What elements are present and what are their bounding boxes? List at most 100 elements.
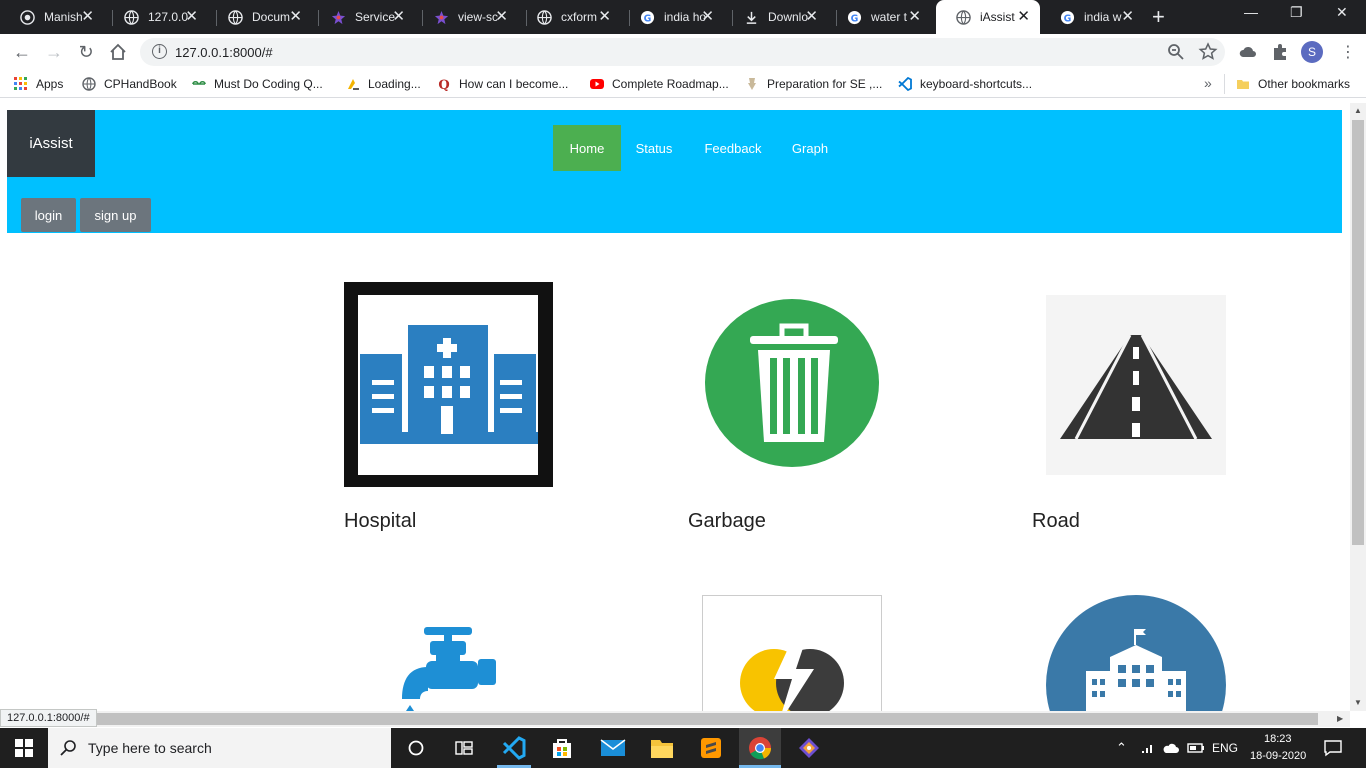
search-icon bbox=[60, 740, 76, 756]
zoom-icon[interactable] bbox=[1166, 42, 1186, 62]
browser-tab[interactable]: 127.0.0 ✕ bbox=[104, 0, 208, 34]
window-close-icon[interactable]: ✕ bbox=[1336, 4, 1348, 21]
tab-title: iAssist bbox=[980, 10, 1015, 24]
browser-tab[interactable]: view-sc ✕ bbox=[414, 0, 518, 34]
browser-tab[interactable]: G india w ✕ bbox=[1040, 0, 1144, 34]
nav-feedback[interactable]: Feedback bbox=[691, 125, 775, 171]
municipal-building-icon[interactable] bbox=[1046, 595, 1226, 711]
close-icon[interactable]: ✕ bbox=[392, 9, 405, 24]
nav-status[interactable]: Status bbox=[623, 125, 685, 171]
quora-icon: Q bbox=[438, 78, 449, 91]
category-label-hospital[interactable]: Hospital bbox=[344, 510, 416, 533]
close-icon[interactable]: ✕ bbox=[495, 9, 508, 24]
close-icon[interactable]: ✕ bbox=[81, 9, 94, 24]
close-icon[interactable]: ✕ bbox=[701, 9, 714, 24]
bookmark-item[interactable]: Complete Roadmap... bbox=[590, 76, 729, 92]
file-explorer-icon[interactable] bbox=[650, 737, 674, 759]
bookmark-item[interactable]: keyboard-shortcuts... bbox=[898, 76, 1032, 92]
minimize-icon[interactable]: — bbox=[1244, 4, 1258, 20]
mail-icon[interactable] bbox=[600, 738, 626, 758]
git-kraken-icon[interactable] bbox=[797, 736, 821, 760]
browser-tab[interactable]: Service ✕ bbox=[311, 0, 415, 34]
battery-icon[interactable] bbox=[1187, 742, 1205, 754]
language-indicator[interactable]: ENG bbox=[1212, 741, 1238, 755]
browser-tab[interactable]: Docum ✕ bbox=[208, 0, 312, 34]
browser-tab[interactable]: cxform ✕ bbox=[517, 0, 621, 34]
back-icon[interactable]: ← bbox=[12, 42, 32, 62]
tab-title: Service bbox=[355, 10, 396, 24]
browser-tab-active[interactable]: iAssist ✕ bbox=[936, 0, 1040, 34]
forward-icon[interactable]: → bbox=[44, 42, 64, 62]
extension-cloud-icon[interactable] bbox=[1238, 42, 1258, 62]
taskbar-search-placeholder[interactable]: Type here to search bbox=[88, 740, 212, 756]
extensions-puzzle-icon[interactable] bbox=[1270, 42, 1290, 62]
restore-icon[interactable]: ❐ bbox=[1290, 4, 1303, 21]
bookmark-star-icon[interactable] bbox=[1198, 42, 1218, 62]
site-brand[interactable]: iAssist bbox=[7, 110, 95, 177]
url-text[interactable]: 127.0.0.1:8000/# bbox=[175, 45, 273, 60]
water-tap-icon[interactable] bbox=[396, 623, 500, 711]
bookmarks-overflow-button[interactable]: » bbox=[1204, 75, 1212, 91]
other-bookmarks-button[interactable]: Other bookmarks bbox=[1236, 76, 1350, 92]
more-menu-icon[interactable]: ⋮ bbox=[1340, 42, 1356, 62]
sublime-text-icon[interactable] bbox=[699, 736, 723, 760]
github-icon bbox=[20, 10, 35, 25]
browser-tab[interactable]: G water t ✕ bbox=[827, 0, 931, 34]
vertical-scroll-thumb[interactable] bbox=[1352, 120, 1364, 545]
bookmark-item[interactable]: Q How can I become... bbox=[437, 76, 568, 92]
home-icon[interactable] bbox=[108, 42, 128, 62]
download-icon bbox=[746, 11, 757, 24]
tray-expand-icon[interactable]: ⌃ bbox=[1116, 740, 1127, 756]
bookmark-item[interactable]: CPHandBook bbox=[82, 76, 177, 92]
browser-tab[interactable]: G india ho ✕ bbox=[620, 0, 724, 34]
road-icon[interactable] bbox=[1046, 295, 1226, 475]
info-icon[interactable]: i bbox=[152, 44, 167, 59]
tab-title: cxform bbox=[561, 10, 597, 24]
horizontal-scroll-thumb[interactable] bbox=[96, 713, 1318, 725]
address-bar[interactable] bbox=[140, 38, 1225, 66]
page-viewport: iAssist Home Status Feedback Graph login… bbox=[0, 103, 1350, 711]
clock-time[interactable]: 18:23 bbox=[1264, 733, 1292, 745]
bookmark-item[interactable]: Must Do Coding Q... bbox=[192, 76, 323, 92]
category-label-garbage[interactable]: Garbage bbox=[688, 510, 766, 533]
task-view-icon[interactable] bbox=[455, 740, 473, 756]
close-icon[interactable]: ✕ bbox=[1121, 9, 1134, 24]
folder-icon bbox=[1237, 80, 1249, 89]
category-label-road[interactable]: Road bbox=[1032, 510, 1080, 533]
vscode-taskbar-icon[interactable] bbox=[502, 736, 526, 760]
chrome-icon[interactable] bbox=[748, 736, 772, 760]
scroll-up-icon[interactable]: ▲ bbox=[1354, 106, 1362, 115]
browser-tab[interactable]: Downlo ✕ bbox=[724, 0, 828, 34]
bookmark-label: How can I become... bbox=[459, 77, 569, 91]
store-icon[interactable] bbox=[550, 736, 574, 760]
notification-icon[interactable] bbox=[1324, 739, 1342, 757]
tab-title: Docum bbox=[252, 10, 291, 24]
scroll-right-icon[interactable]: ▶ bbox=[1337, 714, 1343, 723]
reload-icon[interactable]: ↻ bbox=[76, 42, 96, 62]
close-icon[interactable]: ✕ bbox=[1017, 9, 1030, 24]
cortana-icon[interactable] bbox=[408, 740, 424, 756]
login-button[interactable]: login bbox=[21, 198, 76, 232]
profile-avatar[interactable]: S bbox=[1301, 41, 1323, 63]
scroll-down-icon[interactable]: ▼ bbox=[1354, 698, 1362, 707]
hospital-icon[interactable] bbox=[344, 282, 553, 487]
close-icon[interactable]: ✕ bbox=[598, 9, 611, 24]
onedrive-cloud-icon[interactable] bbox=[1162, 742, 1180, 754]
browser-tab[interactable]: Manish ✕ bbox=[0, 0, 104, 34]
trash-can-icon[interactable] bbox=[704, 298, 880, 468]
signup-button[interactable]: sign up bbox=[80, 198, 151, 232]
bookmark-item[interactable]: Loading... bbox=[346, 76, 421, 92]
windows-start-icon[interactable] bbox=[15, 739, 33, 757]
close-icon[interactable]: ✕ bbox=[908, 9, 921, 24]
new-tab-button[interactable]: + bbox=[1152, 6, 1165, 28]
network-icon[interactable] bbox=[1140, 741, 1156, 755]
electricity-icon[interactable] bbox=[702, 595, 882, 711]
nav-graph[interactable]: Graph bbox=[779, 125, 841, 171]
nav-home[interactable]: Home bbox=[553, 125, 621, 171]
bookmark-item[interactable]: Preparation for SE ,... bbox=[745, 76, 882, 92]
clock-date[interactable]: 18-09-2020 bbox=[1250, 750, 1306, 762]
bookmark-item[interactable]: Apps bbox=[14, 76, 63, 92]
close-icon[interactable]: ✕ bbox=[289, 9, 302, 24]
close-icon[interactable]: ✕ bbox=[805, 9, 818, 24]
close-icon[interactable]: ✕ bbox=[185, 9, 198, 24]
